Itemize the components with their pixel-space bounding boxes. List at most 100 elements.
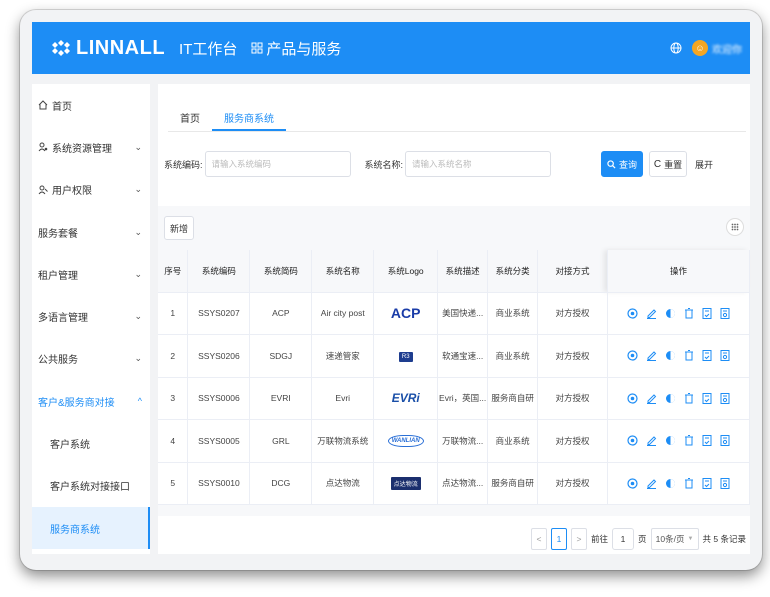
doc-settings-icon[interactable] (720, 392, 730, 404)
cell-short: SDGJ (249, 334, 313, 378)
cell-short: GRL (249, 419, 313, 463)
tab-home[interactable]: 首页 (168, 102, 212, 131)
logo-dianda: 点达物流 (390, 476, 421, 490)
doc-check-icon[interactable] (702, 477, 712, 489)
name-label: 系统名称: (364, 159, 404, 170)
edit-icon[interactable] (646, 435, 657, 447)
delete-icon[interactable] (684, 392, 694, 404)
tab-provider-systems[interactable]: 服务商系统 (212, 102, 286, 131)
edit-icon[interactable] (646, 350, 657, 362)
doc-check-icon[interactable] (702, 392, 712, 404)
cell-category: 商业系统 (487, 292, 539, 335)
chevron-down-icon: ▼ (687, 536, 694, 542)
next-page-button[interactable]: > (571, 528, 588, 550)
col-category: 系统分类 (487, 250, 539, 293)
delete-icon[interactable] (684, 435, 694, 446)
user-key-icon (38, 185, 50, 195)
toggle-icon[interactable] (665, 350, 676, 361)
cell-name: 万联物流系统 (311, 419, 375, 463)
sidebar-subitem-customer-systems[interactable]: 客户系统 (32, 422, 150, 464)
toggle-icon[interactable] (665, 478, 676, 489)
cell-actions (607, 292, 750, 335)
nav-it-workbench[interactable]: IT工作台 (179, 38, 237, 59)
cell-short: EVRI (249, 377, 313, 420)
goto-label: 前往 (591, 534, 609, 544)
toggle-icon[interactable] (665, 435, 676, 446)
brand-logo[interactable]: LINNALL (50, 37, 165, 60)
app-window: LINNALL IT工作台 产品与服务 ☺ 欢迎你 首页 系统资源管理 ⌄ 用户… (20, 10, 762, 570)
chevron-down-icon: ⌄ (134, 268, 142, 279)
view-icon[interactable] (627, 478, 638, 489)
cell-category: 服务商自研 (487, 377, 539, 420)
toggle-icon[interactable] (665, 393, 676, 404)
avatar[interactable]: ☺ (692, 40, 708, 56)
add-button[interactable]: 新增 (164, 216, 194, 240)
top-bar: LINNALL IT工作台 产品与服务 ☺ 欢迎你 (32, 22, 750, 74)
doc-check-icon[interactable] (702, 435, 712, 447)
delete-icon[interactable] (684, 350, 694, 361)
doc-settings-icon[interactable] (720, 435, 730, 447)
view-icon[interactable] (627, 435, 638, 446)
sidebar-subitem-customer-interfaces[interactable]: 客户系统对接接口 (32, 465, 150, 507)
cell-desc: 软通宝速... (437, 334, 489, 378)
nav-products-services[interactable]: 产品与服务 (251, 38, 341, 59)
filter-bar: 系统编码: 系统名称: 查询 C 重置 展开 (164, 151, 713, 177)
cell-code: SSYS0006 (187, 377, 251, 420)
cell-mode: 对方授权 (537, 462, 609, 505)
col-actions: 操作 (607, 250, 750, 293)
reset-button[interactable]: C 重置 (649, 151, 688, 177)
system-code-input[interactable] (204, 151, 351, 177)
delete-icon[interactable] (684, 477, 694, 489)
cell-desc: 美国快递... (437, 292, 489, 335)
view-icon[interactable] (627, 308, 638, 319)
cell-desc: 万联物流... (437, 419, 489, 463)
view-icon[interactable] (627, 393, 638, 404)
expand-link[interactable]: 展开 (695, 158, 713, 171)
doc-check-icon[interactable] (702, 307, 712, 319)
globe-icon[interactable] (670, 42, 682, 54)
cell-logo: WANLIAN (373, 419, 439, 463)
sidebar-item-system-resources[interactable]: 系统资源管理 ⌄ (32, 126, 150, 168)
cell-logo: 点达物流 (373, 462, 439, 505)
grid-icon (251, 42, 263, 54)
system-name-input[interactable] (405, 151, 552, 177)
sidebar-item-customer-provider[interactable]: 客户&服务商对接 ^ (32, 380, 150, 422)
sidebar-subitem-provider-systems[interactable]: 服务商系统 (32, 506, 150, 550)
total-count: 共 5 条记录 (702, 534, 746, 544)
doc-check-icon[interactable] (702, 350, 712, 362)
edit-icon[interactable] (646, 393, 657, 404)
search-button[interactable]: 查询 (601, 151, 644, 177)
cell-mode: 对方授权 (537, 334, 609, 378)
prev-page-button[interactable]: < (531, 528, 548, 550)
logo-wanlian: WANLIAN (387, 435, 424, 448)
page-number[interactable]: 1 (551, 528, 568, 550)
cell-code: SSYS0207 (187, 292, 251, 335)
sidebar-item-tenants[interactable]: 租户管理 ⌄ (32, 253, 150, 295)
cell-logo: ACP (373, 292, 439, 335)
edit-icon[interactable] (646, 478, 657, 489)
view-icon[interactable] (627, 350, 638, 361)
delete-icon[interactable] (684, 307, 694, 319)
cell-name: Evri (311, 377, 375, 420)
user-greeting[interactable]: 欢迎你 (712, 41, 742, 56)
cell-no: 1 (158, 292, 189, 335)
sidebar-item-home[interactable]: 首页 (32, 84, 150, 126)
cell-mode: 对方授权 (537, 419, 609, 463)
doc-settings-icon[interactable] (720, 307, 730, 319)
edit-icon[interactable] (646, 308, 657, 319)
col-mode: 对接方式 (537, 250, 609, 293)
table-row: 5 SSYS0010 DCG 点达物流 点达物流 点达物流... 服务商自研 对… (158, 462, 750, 505)
cell-no: 3 (158, 377, 189, 420)
sidebar-item-i18n[interactable]: 多语言管理 ⌄ (32, 295, 150, 337)
cell-no: 4 (158, 419, 189, 463)
page-size-select[interactable]: 10条/页 ▼ (650, 528, 699, 550)
column-settings-icon[interactable] (726, 218, 744, 236)
goto-page-input[interactable] (612, 528, 635, 550)
sidebar-item-public-services[interactable]: 公共服务 ⌄ (32, 338, 150, 380)
doc-settings-icon[interactable] (720, 350, 730, 362)
sidebar-item-service-packages[interactable]: 服务套餐 ⌄ (32, 211, 150, 253)
cell-name: Air city post (311, 292, 375, 335)
toggle-icon[interactable] (665, 308, 676, 319)
sidebar-item-user-permissions[interactable]: 用户权限 ⌄ (32, 169, 150, 211)
doc-settings-icon[interactable] (720, 477, 730, 489)
